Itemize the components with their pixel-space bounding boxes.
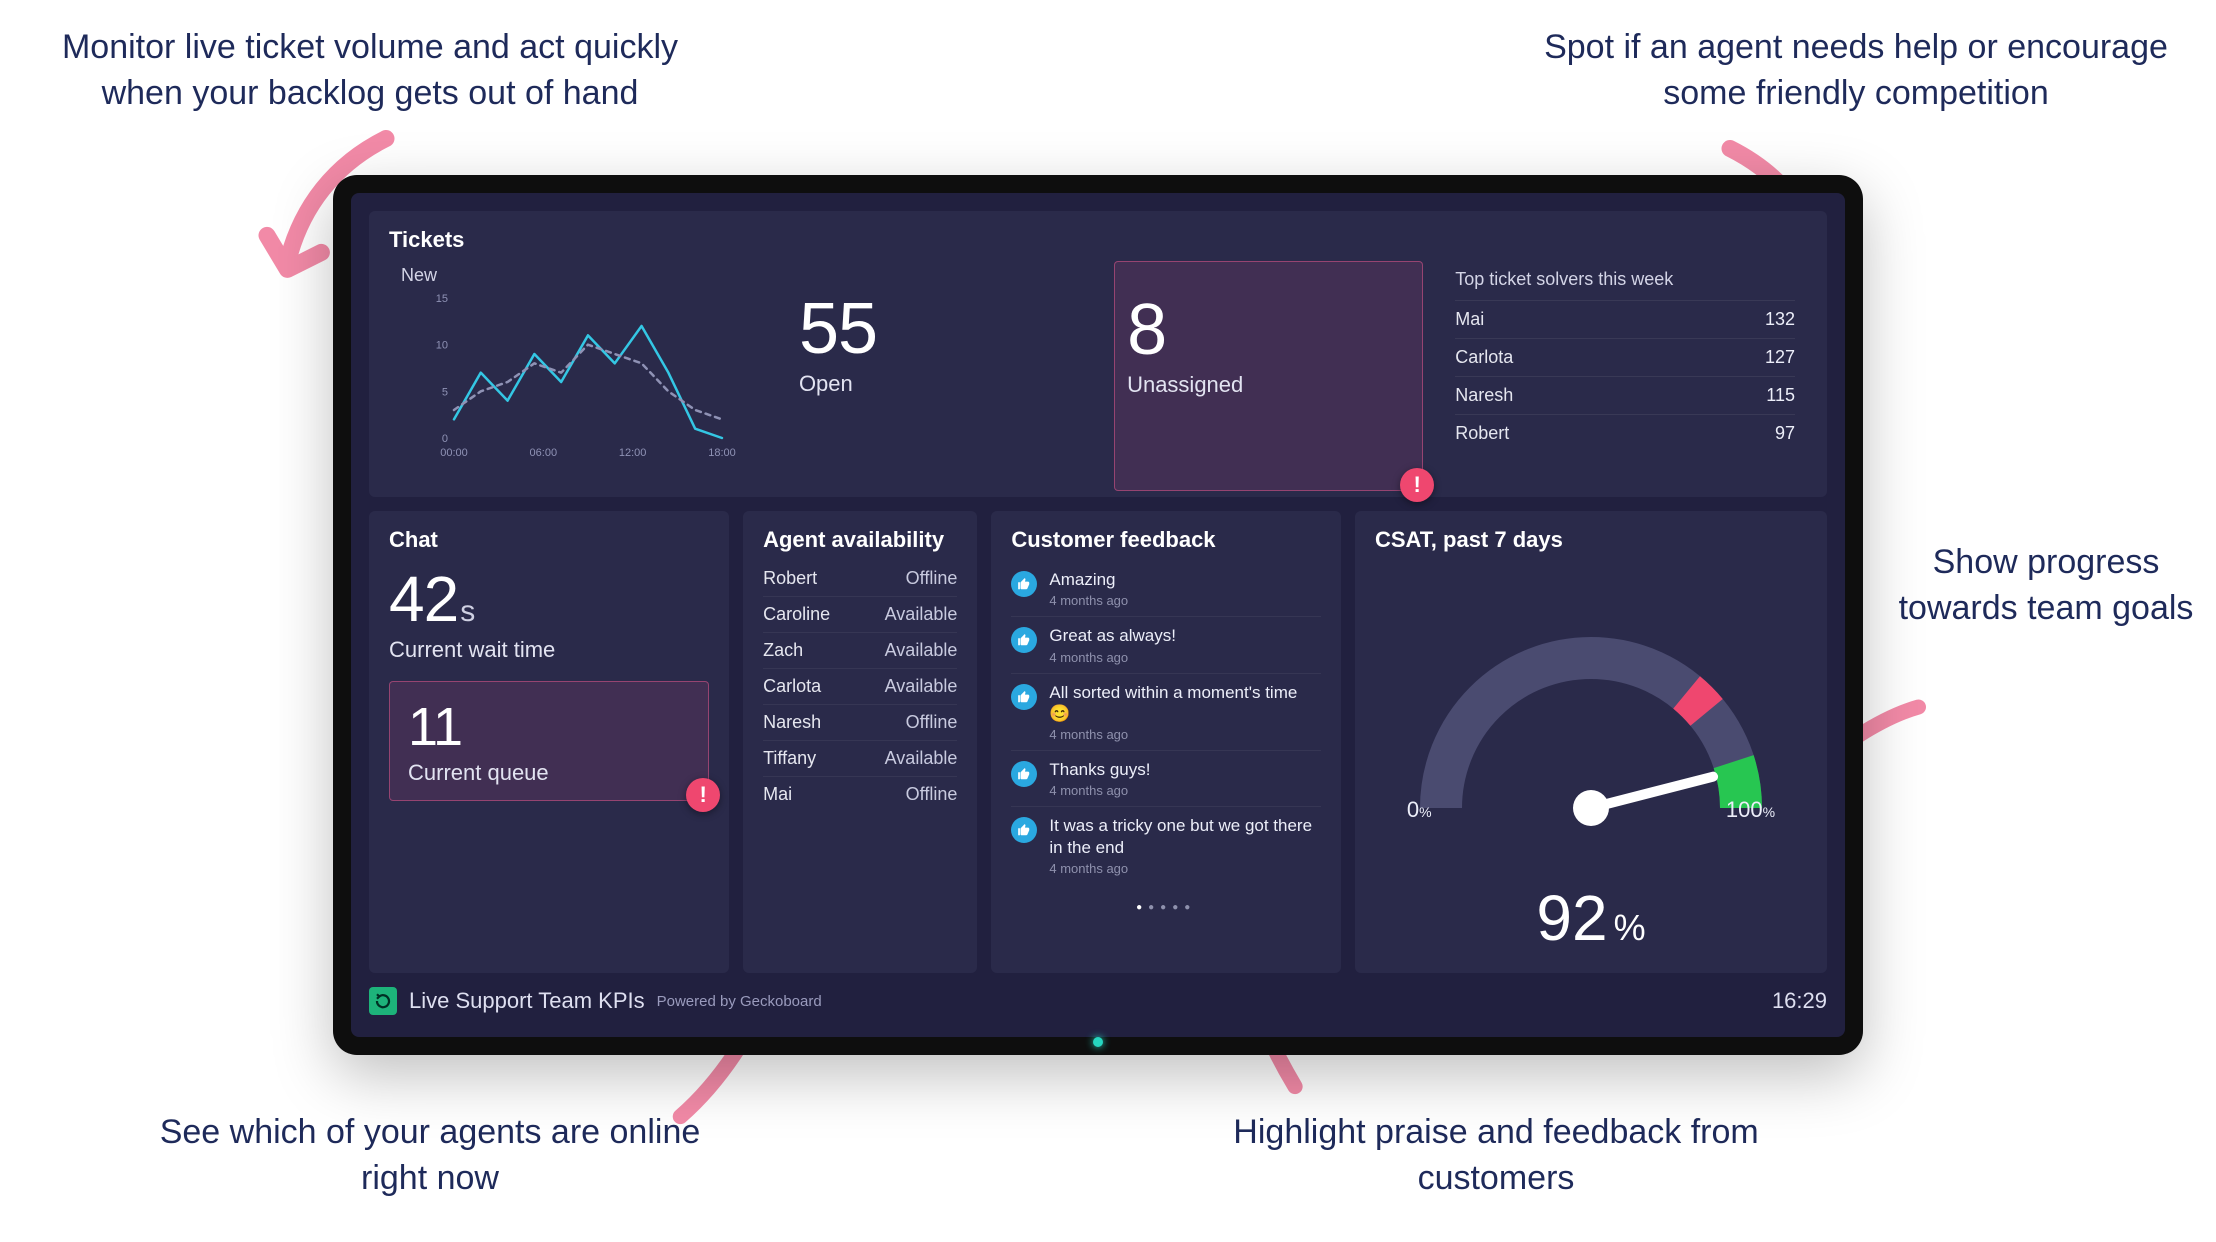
leaderboard-cell[interactable]: Top ticket solvers this week Mai132Carlo…: [1443, 261, 1807, 491]
svg-text:10: 10: [436, 340, 448, 352]
thumbs-up-icon: [1011, 571, 1037, 597]
tickets-open-label: Open: [799, 371, 1082, 397]
svg-text:06:00: 06:00: [530, 447, 558, 459]
agent-row[interactable]: NareshOffline: [763, 704, 957, 740]
feedback-item[interactable]: It was a tricky one but we got there in …: [1011, 806, 1321, 884]
feedback-item[interactable]: Amazing4 months ago: [1011, 561, 1321, 616]
agent-row[interactable]: RobertOffline: [763, 561, 957, 596]
leaderboard-title: Top ticket solvers this week: [1455, 269, 1795, 290]
tickets-unassigned-cell[interactable]: 8 Unassigned !: [1114, 261, 1423, 491]
svg-text:12:00: 12:00: [619, 447, 647, 459]
tickets-new-label: New: [401, 265, 755, 286]
dashboard-name: Live Support Team KPIs: [409, 988, 645, 1014]
chat-wait-label: Current wait time: [389, 637, 709, 663]
agent-row[interactable]: TiffanyAvailable: [763, 740, 957, 776]
tickets-open-cell[interactable]: 55 Open: [787, 261, 1094, 491]
annotation-online: See which of your agents are online righ…: [150, 1110, 710, 1202]
chat-wait-unit: s: [460, 595, 475, 629]
thumbs-up-icon: [1011, 684, 1037, 710]
feedback-item[interactable]: Thanks guys!4 months ago: [1011, 750, 1321, 806]
agent-row[interactable]: ZachAvailable: [763, 632, 957, 668]
tickets-new-chart: 0 5 10 15 00:00 06:00 12:00 18:00: [401, 292, 755, 462]
clock: 16:29: [1772, 988, 1827, 1014]
chat-title: Chat: [369, 511, 729, 561]
svg-text:0: 0: [442, 433, 448, 445]
stage: Monitor live ticket volume and act quick…: [0, 0, 2216, 1242]
feedback-title: Customer feedback: [991, 511, 1341, 561]
feedback-card[interactable]: Customer feedback Amazing4 months ago Gr…: [991, 511, 1341, 973]
chat-queue-value: 11: [408, 700, 690, 754]
agent-row[interactable]: MaiOffline: [763, 776, 957, 812]
dashboard-footer: Live Support Team KPIs Powered by Geckob…: [369, 979, 1827, 1023]
annotation-feedback: Highlight praise and feedback from custo…: [1216, 1110, 1776, 1202]
tickets-title: Tickets: [369, 211, 1827, 261]
leaderboard-row[interactable]: Naresh115: [1455, 376, 1795, 414]
annotation-goals: Show progress towards team goals: [1886, 540, 2206, 632]
alert-icon: !: [686, 778, 720, 812]
thumbs-up-icon: [1011, 627, 1037, 653]
csat-value: 92%: [1536, 881, 1645, 955]
powered-by: Powered by Geckoboard: [657, 993, 822, 1010]
svg-text:18:00: 18:00: [708, 447, 736, 459]
svg-text:15: 15: [436, 293, 448, 305]
tv-frame: Tickets New 0 5 10 15 00:00 06:00 12:00 18:00 5…: [333, 175, 1863, 1055]
csat-title: CSAT, past 7 days: [1355, 511, 1583, 561]
feedback-list: Amazing4 months ago Great as always!4 mo…: [991, 561, 1341, 900]
tickets-new-cell[interactable]: New 0 5 10 15 00:00 06:00 12:00 18:00: [389, 261, 767, 491]
feedback-item[interactable]: Great as always!4 months ago: [1011, 616, 1321, 672]
tickets-unassigned-label: Unassigned: [1127, 372, 1410, 398]
csat-card[interactable]: CSAT, past 7 days 0% 100% 92%: [1355, 511, 1827, 973]
svg-text:5: 5: [442, 386, 448, 398]
pagination-dots[interactable]: ●●●●●: [991, 900, 1341, 923]
chat-queue-label: Current queue: [408, 760, 690, 786]
chat-card[interactable]: Chat 42 s Current wait time 11 Current q…: [369, 511, 729, 973]
tickets-unassigned-value: 8: [1127, 294, 1410, 366]
leaderboard-row[interactable]: Carlota127: [1455, 338, 1795, 376]
annotation-agents: Spot if an agent needs help or encourage…: [1536, 25, 2176, 117]
chat-queue-box[interactable]: 11 Current queue !: [389, 681, 709, 801]
agents-table: RobertOfflineCarolineAvailableZachAvaila…: [743, 561, 977, 828]
csat-scale: 0% 100%: [1407, 797, 1775, 823]
alert-icon: !: [1400, 468, 1434, 502]
thumbs-up-icon: [1011, 817, 1037, 843]
agent-row[interactable]: CarolineAvailable: [763, 596, 957, 632]
feedback-item[interactable]: All sorted within a moment's time 😊4 mon…: [1011, 673, 1321, 751]
svg-text:00:00: 00:00: [440, 447, 468, 459]
agent-row[interactable]: CarlotaAvailable: [763, 668, 957, 704]
leaderboard-row[interactable]: Robert97: [1455, 414, 1795, 452]
chat-wait-value: 42: [389, 567, 458, 631]
agents-card[interactable]: Agent availability RobertOfflineCaroline…: [743, 511, 977, 973]
leaderboard-list: Mai132Carlota127Naresh115Robert97: [1455, 300, 1795, 452]
brand-logo-icon: [369, 987, 397, 1015]
leaderboard-row[interactable]: Mai132: [1455, 300, 1795, 338]
tickets-open-value: 55: [799, 293, 1082, 365]
agents-title: Agent availability: [743, 511, 977, 561]
thumbs-up-icon: [1011, 761, 1037, 787]
dashboard-screen: Tickets New 0 5 10 15 00:00 06:00 12:00 18:00 5…: [351, 193, 1845, 1037]
tickets-card[interactable]: Tickets New 0 5 10 15 00:00 06:00 12:00 18:00 5…: [369, 211, 1827, 497]
annotation-backlog: Monitor live ticket volume and act quick…: [50, 25, 690, 117]
